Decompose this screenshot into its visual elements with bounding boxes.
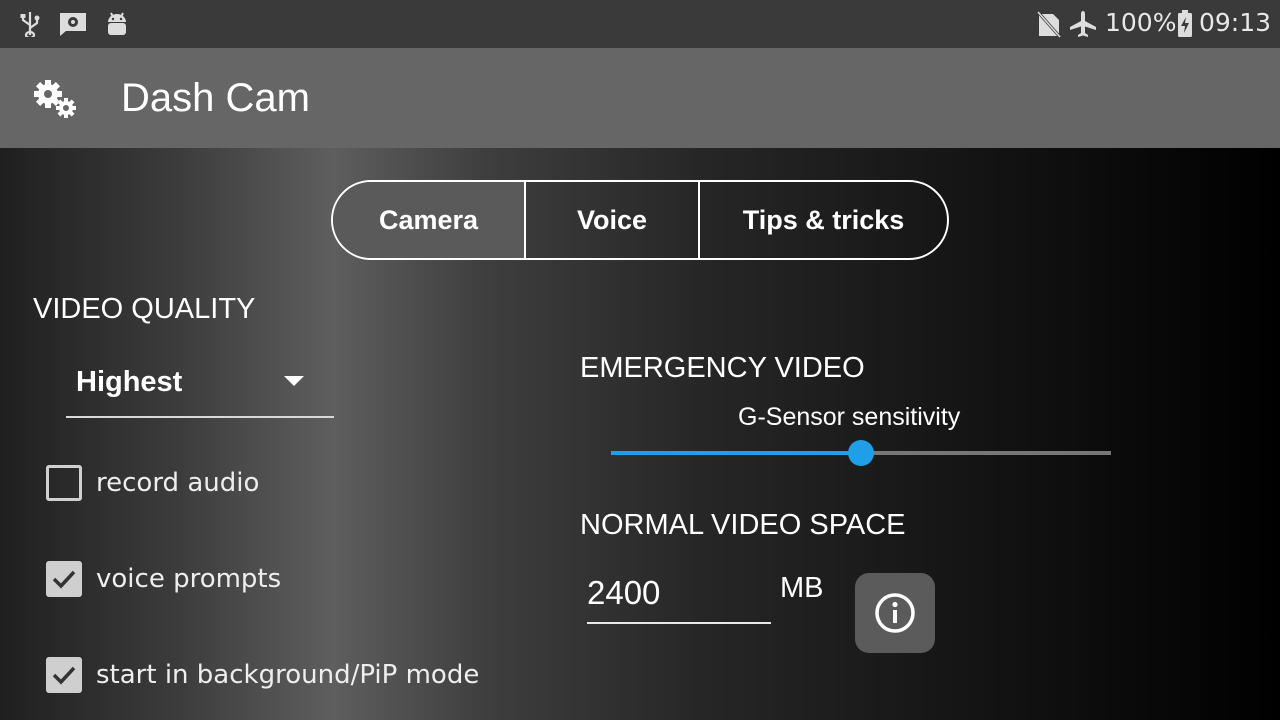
gears-icon[interactable]	[32, 78, 80, 122]
checkmark-icon	[52, 666, 76, 685]
video-space-unit: MB	[780, 572, 824, 604]
video-quality-dropdown[interactable]: Highest	[66, 352, 334, 418]
slider-fill	[611, 451, 861, 455]
video-quality-heading: VIDEO QUALITY	[33, 293, 256, 325]
video-space-value: 2400	[587, 574, 661, 611]
clock: 09:13	[1199, 8, 1272, 37]
record-audio-checkbox[interactable]	[46, 465, 82, 501]
normal-video-space-heading: NORMAL VIDEO SPACE	[580, 509, 906, 541]
dropdown-arrow-icon	[284, 376, 304, 386]
settings-notification-icon	[58, 10, 88, 38]
video-quality-value: Highest	[76, 366, 183, 398]
g-sensor-slider[interactable]	[611, 440, 1111, 466]
info-button[interactable]	[855, 573, 935, 653]
tab-voice[interactable]: Voice	[524, 182, 698, 258]
background-pip-checkbox[interactable]	[46, 657, 82, 693]
usb-icon	[18, 10, 42, 38]
no-sim-icon	[1036, 10, 1062, 38]
g-sensor-label: G-Sensor sensitivity	[738, 403, 961, 431]
slider-thumb[interactable]	[848, 440, 874, 466]
tab-camera[interactable]: Camera	[333, 182, 524, 258]
status-bar: 100% 09:13	[0, 0, 1280, 48]
checkmark-icon	[52, 570, 76, 589]
emergency-video-heading: EMERGENCY VIDEO	[580, 352, 865, 384]
android-debug-icon	[104, 10, 130, 38]
battery-percent: 100%	[1105, 8, 1177, 37]
airplane-mode-icon	[1068, 10, 1098, 38]
battery-charging-icon	[1176, 10, 1194, 38]
voice-prompts-label: voice prompts	[96, 564, 282, 594]
info-icon	[875, 593, 915, 633]
voice-prompts-checkbox[interactable]	[46, 561, 82, 597]
app-title: Dash Cam	[121, 76, 310, 120]
record-audio-label: record audio	[96, 468, 260, 498]
background-pip-label: start in background/PiP mode	[96, 660, 480, 690]
tab-tips-and-tricks[interactable]: Tips & tricks	[698, 182, 947, 258]
video-space-input[interactable]: 2400	[587, 566, 771, 624]
tab-bar: Camera Voice Tips & tricks	[331, 180, 949, 260]
